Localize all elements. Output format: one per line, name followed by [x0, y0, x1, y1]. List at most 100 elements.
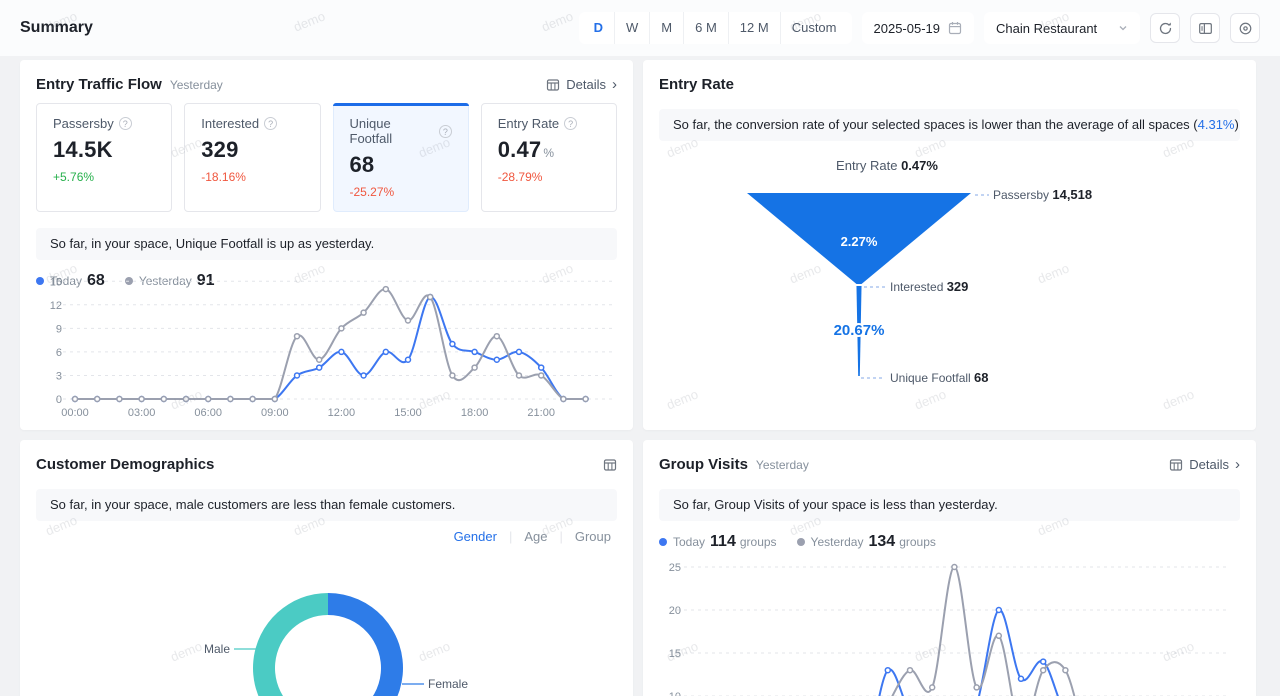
svg-text:Unique Footfall 68: Unique Footfall 68: [890, 370, 989, 385]
card-label: Interested: [201, 116, 260, 131]
svg-text:Interested 329: Interested 329: [890, 279, 968, 294]
svg-text:3: 3: [56, 370, 62, 382]
card-delta: +5.76%: [53, 170, 95, 184]
card-interested[interactable]: Interested? 329 -18.16%: [184, 103, 321, 212]
help-icon[interactable]: ?: [439, 124, 452, 138]
svg-text:0: 0: [56, 394, 62, 406]
svg-text:12:00: 12:00: [328, 407, 356, 419]
details-label: Details: [1189, 457, 1229, 472]
card-delta: -28.79%: [497, 170, 543, 184]
range-option-12m[interactable]: 12 M: [727, 12, 780, 44]
svg-text:Passersby 14,518: Passersby 14,518: [993, 187, 1092, 202]
card-value: 68: [349, 152, 375, 177]
svg-text:20: 20: [669, 605, 681, 617]
calendar-icon: [948, 22, 962, 35]
entry-rate-insight: So far, the conversion rate of your sele…: [659, 109, 1240, 141]
card-label: Unique Footfall: [349, 116, 393, 146]
compare-columns-icon: [1198, 22, 1212, 34]
svg-text:09:00: 09:00: [261, 407, 289, 419]
range-option-d[interactable]: D: [583, 12, 614, 44]
table-icon: [1170, 458, 1183, 471]
card-label: Entry Rate: [497, 116, 560, 131]
card-unique-footfall[interactable]: Unique Footfall? 68 -25.27%: [332, 103, 470, 212]
card-value: 329: [201, 137, 239, 162]
svg-text:20.67%: 20.67%: [834, 322, 885, 339]
page-title: Summary: [20, 19, 93, 36]
space-selector-value: Chain Restaurant: [996, 20, 1098, 36]
panel-entry-traffic-flow: Entry Traffic Flow Yesterday Details › P…: [20, 60, 633, 430]
panel-group-visits: Group Visits Yesterday Details › So far,…: [643, 440, 1256, 696]
group-visits-line-chart[interactable]: 051015202500:0003:0006:0009:0012:0015:00…: [659, 560, 1239, 696]
range-option-custom[interactable]: Custom: [779, 12, 848, 44]
svg-text:10: 10: [669, 691, 681, 696]
compare-button[interactable]: [1190, 13, 1220, 43]
legend-today[interactable]: Today 114 groups: [659, 533, 777, 551]
target-icon: [1239, 22, 1251, 34]
svg-text:03:00: 03:00: [128, 407, 156, 419]
date-range-switcher[interactable]: DWM6 M 12 M Custom: [578, 12, 852, 44]
tab-age[interactable]: Age: [522, 529, 549, 544]
legend-yesterday[interactable]: Yesterday 134 groups: [796, 533, 936, 551]
group-visits-details-link[interactable]: Details ›: [1169, 457, 1240, 472]
svg-text:06:00: 06:00: [194, 407, 222, 419]
range-option-m[interactable]: M: [649, 12, 683, 44]
space-selector[interactable]: Chain Restaurant: [984, 12, 1140, 44]
range-option-6m[interactable]: 6 M: [683, 12, 728, 44]
svg-text:00:00: 00:00: [61, 407, 89, 419]
svg-text:2.27%: 2.27%: [841, 234, 878, 249]
target-button[interactable]: [1230, 13, 1260, 43]
svg-text:6: 6: [56, 347, 62, 359]
help-icon[interactable]: ?: [118, 117, 132, 130]
chevron-down-icon: [1119, 26, 1127, 31]
help-icon[interactable]: ?: [564, 117, 578, 130]
svg-text:9: 9: [56, 323, 62, 335]
date-value: 2025-05-19: [873, 20, 941, 36]
average-rate-value: 4.31%: [1197, 117, 1235, 132]
card-value: 14.5K: [53, 137, 113, 162]
demographics-tabs: Gender | Age | Group: [40, 529, 613, 544]
entry-traffic-details-link[interactable]: Details ›: [546, 77, 617, 92]
svg-text:Female: Female: [428, 677, 468, 691]
group-visits-legend: Today 114 groups Yesterday 134 groups: [659, 533, 1240, 551]
entry-traffic-subtitle: Yesterday: [169, 77, 223, 92]
card-passersby[interactable]: Passersby? 14.5K +5.76%: [36, 103, 173, 212]
tab-separator: |: [508, 529, 513, 544]
svg-text:Male: Male: [204, 642, 230, 656]
group-visits-title: Group Visits: [659, 456, 748, 473]
card-entry-rate[interactable]: Entry Rate? 0.47% -28.79%: [480, 103, 617, 212]
refresh-icon: [1159, 22, 1171, 34]
date-picker[interactable]: 2025-05-19: [861, 12, 974, 44]
range-option-w[interactable]: W: [614, 12, 649, 44]
svg-text:Entry Rate 0.47%: Entry Rate 0.47%: [836, 158, 938, 173]
help-icon[interactable]: ?: [264, 117, 278, 130]
panel-entry-rate: Entry Rate So far, the conversion rate o…: [643, 60, 1256, 430]
table-icon: [603, 458, 617, 471]
group-visits-insight: So far, Group Visits of your space is le…: [659, 489, 1240, 521]
card-delta: -18.16%: [201, 170, 246, 184]
svg-text:25: 25: [669, 562, 681, 574]
panel-customer-demographics: Customer Demographics So far, in your sp…: [20, 440, 633, 696]
svg-text:15: 15: [50, 276, 62, 288]
tab-group[interactable]: Group: [573, 529, 613, 544]
tab-gender[interactable]: Gender: [452, 529, 499, 544]
svg-text:15: 15: [669, 648, 681, 660]
card-value: 0.47: [497, 137, 542, 162]
chevron-right-icon: ›: [612, 76, 617, 93]
top-bar: Summary DWM6 M 12 M Custom 2025-05-19 Chai…: [0, 0, 1280, 56]
card-delta: -25.27%: [349, 185, 395, 199]
entry-traffic-line-chart[interactable]: 0 3 6 9 12 15 00:00 03:00 06:00 09:00 12:00 15:00 18…: [36, 272, 618, 424]
demographics-insight: So far, in your space, male customers ar…: [36, 489, 617, 521]
entry-rate-funnel-chart[interactable]: Entry Rate 0.47% 2.27% 20.67% Passersby 14,…: [659, 155, 1239, 405]
gender-donut-chart[interactable]: Male Female: [36, 556, 618, 696]
legend-dot: [796, 538, 805, 546]
refresh-button[interactable]: [1150, 13, 1180, 43]
group-visits-subtitle: Yesterday: [755, 457, 809, 472]
legend-dot: [659, 538, 667, 546]
metric-cards: Passersby? 14.5K +5.76% Interested? 329 …: [36, 103, 617, 212]
svg-text:15:00: 15:00: [394, 407, 422, 419]
svg-text:12: 12: [50, 300, 62, 312]
card-label: Passersby: [53, 116, 114, 131]
table-icon: [547, 78, 560, 91]
demographics-table-button[interactable]: [603, 458, 617, 472]
details-label: Details: [566, 77, 606, 92]
